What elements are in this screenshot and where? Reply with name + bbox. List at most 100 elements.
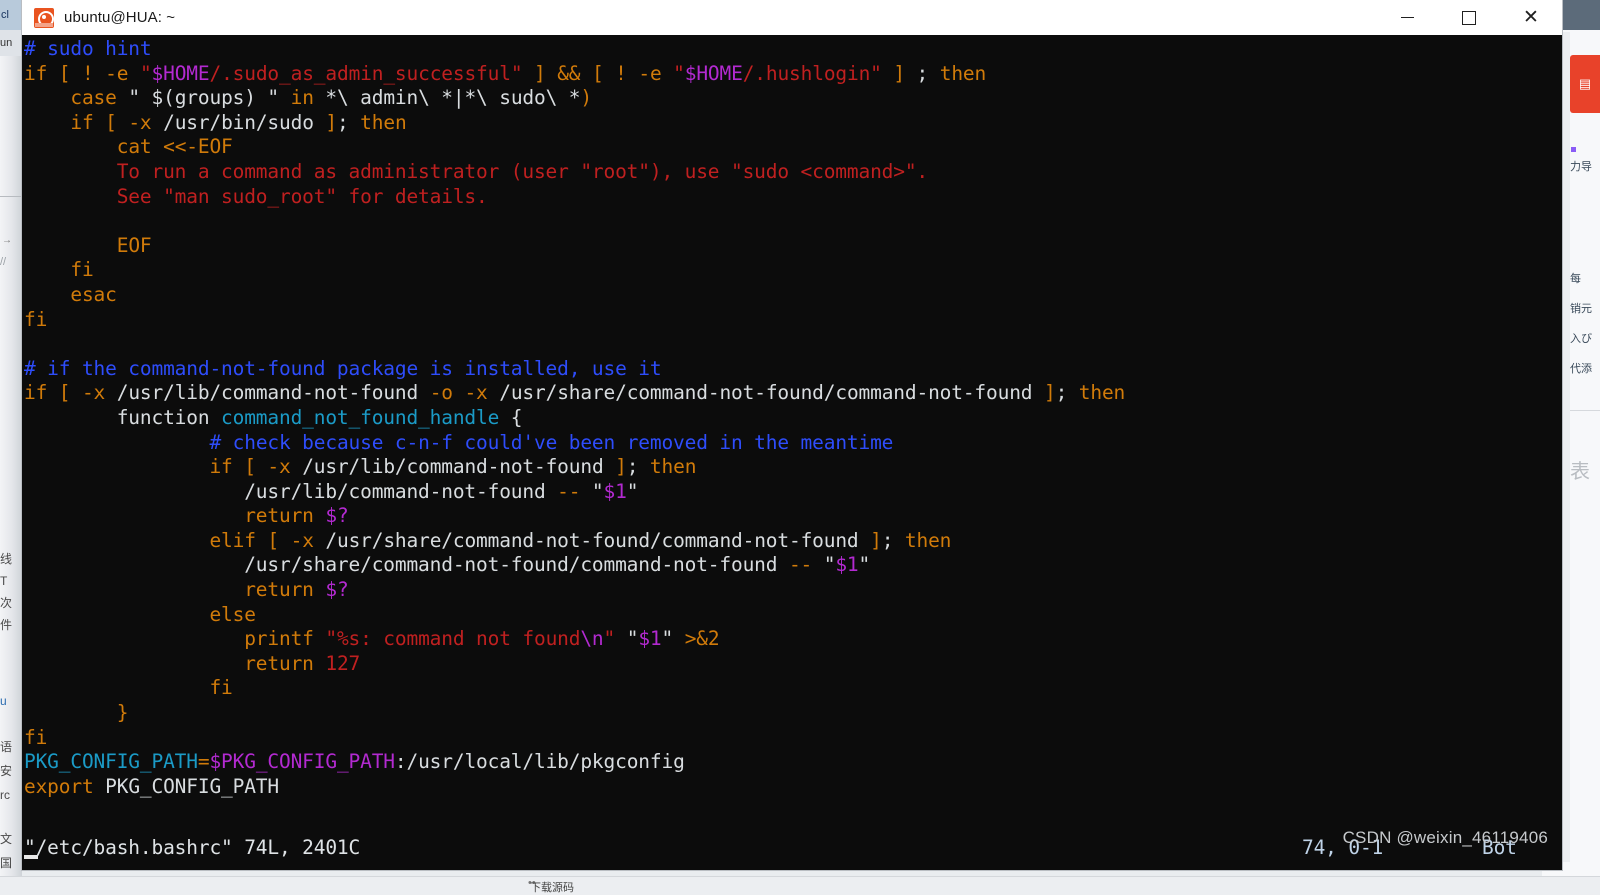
ubuntu-logo-icon <box>34 7 54 28</box>
terminal-token: return <box>244 651 314 675</box>
terminal-line: cat <<-EOF <box>22 135 1562 160</box>
background-app-left[interactable]: cl un → // 线 T 次 件 u 语 安 rc 文 国 <box>0 0 22 895</box>
terminal-token: fi <box>70 258 94 282</box>
terminal-token: # check because c-n-f could've been remo… <box>209 430 894 454</box>
terminal-line: # sudo hint <box>22 37 1562 62</box>
terminal-token: \n <box>580 627 604 651</box>
terminal-token: esac <box>70 282 117 306</box>
terminal-token: $HOME <box>684 61 743 85</box>
terminal-token: " <box>139 61 152 85</box>
terminal-token: /usr/share/command-not-found/command-not… <box>24 553 789 577</box>
terminal-token: To run a command as administrator (user … <box>24 159 929 183</box>
terminal-line: EOF <box>22 234 1562 259</box>
terminal-token: /usr/share/command-not-found/command-not… <box>313 528 871 552</box>
terminal-token: $? <box>325 504 349 528</box>
terminal-token: " <box>812 553 836 577</box>
terminal-token: PKG_CONFIG_PATH <box>24 750 198 774</box>
background-left-fragment: 国 <box>0 856 13 870</box>
background-left-fragment: rc <box>0 788 10 802</box>
window-title: ubuntu@HUA: ~ <box>64 9 176 26</box>
maximize-button[interactable] <box>1438 0 1500 35</box>
terminal-line: if [ -x /usr/bin/sudo ]; then <box>22 111 1562 136</box>
terminal-token: = <box>197 750 210 774</box>
minimize-icon <box>1400 17 1414 18</box>
background-left-fragment: 次 <box>0 596 13 610</box>
taskbar-item[interactable]: 下载源码 <box>530 879 574 895</box>
terminal-window[interactable]: ubuntu@HUA: ~ ✕ # sudo hint if [ ! -e "$H… <box>22 0 1562 870</box>
terminal-token: then <box>939 61 987 85</box>
terminal-token: ; <box>1055 381 1079 405</box>
terminal-token: -e <box>638 61 662 85</box>
terminal-line: # if the command-not-found package is in… <box>22 357 1562 382</box>
terminal-token: >&2 <box>684 627 720 651</box>
terminal-line: /usr/lib/command-not-found -- "$1" <box>22 480 1562 505</box>
terminal-token: then <box>360 110 407 134</box>
terminal-token: if <box>24 61 48 85</box>
terminal-line: fi <box>22 676 1562 701</box>
background-left-slash-text: // <box>0 256 7 268</box>
terminal-token: } <box>116 701 129 725</box>
background-right-action-button[interactable]: ▤ <box>1570 55 1600 113</box>
taskbar[interactable]: •• 下载源码 <box>0 876 1600 895</box>
terminal-token: /usr/bin/sudo <box>151 110 326 134</box>
terminal-token: "%s: command not found <box>325 627 581 651</box>
terminal-token: fi <box>24 307 48 331</box>
background-left-fragment: 件 <box>0 618 13 632</box>
terminal-line: esac <box>22 283 1562 308</box>
vim-status-line: "/etc/bash.bashrc" 74L, 2401C 74, 0-1 Bo… <box>22 836 1562 862</box>
terminal-token: $HOME <box>151 61 210 85</box>
screen: cl un → // 线 T 次 件 u 语 安 rc 文 国 di ⌃ ▤ <box>0 0 1600 895</box>
terminal-token: -x <box>290 528 314 552</box>
window-controls: ✕ <box>1376 0 1562 35</box>
close-button[interactable]: ✕ <box>1500 0 1562 35</box>
terminal-token: [ <box>58 381 71 405</box>
terminal-token: if <box>70 110 94 134</box>
terminal-token: case <box>70 86 117 110</box>
minimize-button[interactable] <box>1376 0 1438 35</box>
terminal-token: -- <box>557 479 581 503</box>
terminal-token: [ <box>105 110 117 134</box>
background-left-fragment: 线 <box>0 552 13 566</box>
close-icon: ✕ <box>1523 7 1539 28</box>
terminal-line: PKG_CONFIG_PATH=$PKG_CONFIG_PATH:/usr/lo… <box>22 750 1562 775</box>
terminal-line: To run a command as administrator (user … <box>22 160 1562 185</box>
terminal-token: *\ admin\ *|*\ sudo\ * <box>313 86 581 110</box>
terminal-token: ] <box>325 110 337 134</box>
background-right-fragment: 每 <box>1570 273 1581 285</box>
terminal-token: [ <box>267 528 280 552</box>
background-right-marker-dot <box>1571 147 1576 152</box>
terminal-token: PKG_CONFIG_PATH <box>93 774 279 798</box>
terminal-line: else <box>22 603 1562 628</box>
background-left-divider <box>0 196 22 197</box>
terminal-token: ; <box>904 61 940 85</box>
terminal-token: [ <box>58 61 71 85</box>
terminal-text-area[interactable]: # sudo hint if [ ! -e "$HOME/.sudo_as_adm… <box>22 35 1562 870</box>
background-right-separator <box>1570 410 1600 411</box>
terminal-line: export PKG_CONFIG_PATH <box>22 775 1562 800</box>
terminal-token: ! <box>615 61 627 85</box>
terminal-token: See "man sudo_root" for details. <box>24 184 488 208</box>
window-titlebar[interactable]: ubuntu@HUA: ~ ✕ <box>22 0 1562 35</box>
terminal-line: function command_not_found_handle { <box>22 406 1562 431</box>
terminal-token: [ <box>591 61 604 85</box>
terminal-token: && <box>557 61 581 85</box>
terminal-token: # if the command-not-found package is in… <box>24 356 662 380</box>
terminal-token: /usr/lib/command-not-found <box>290 455 616 479</box>
